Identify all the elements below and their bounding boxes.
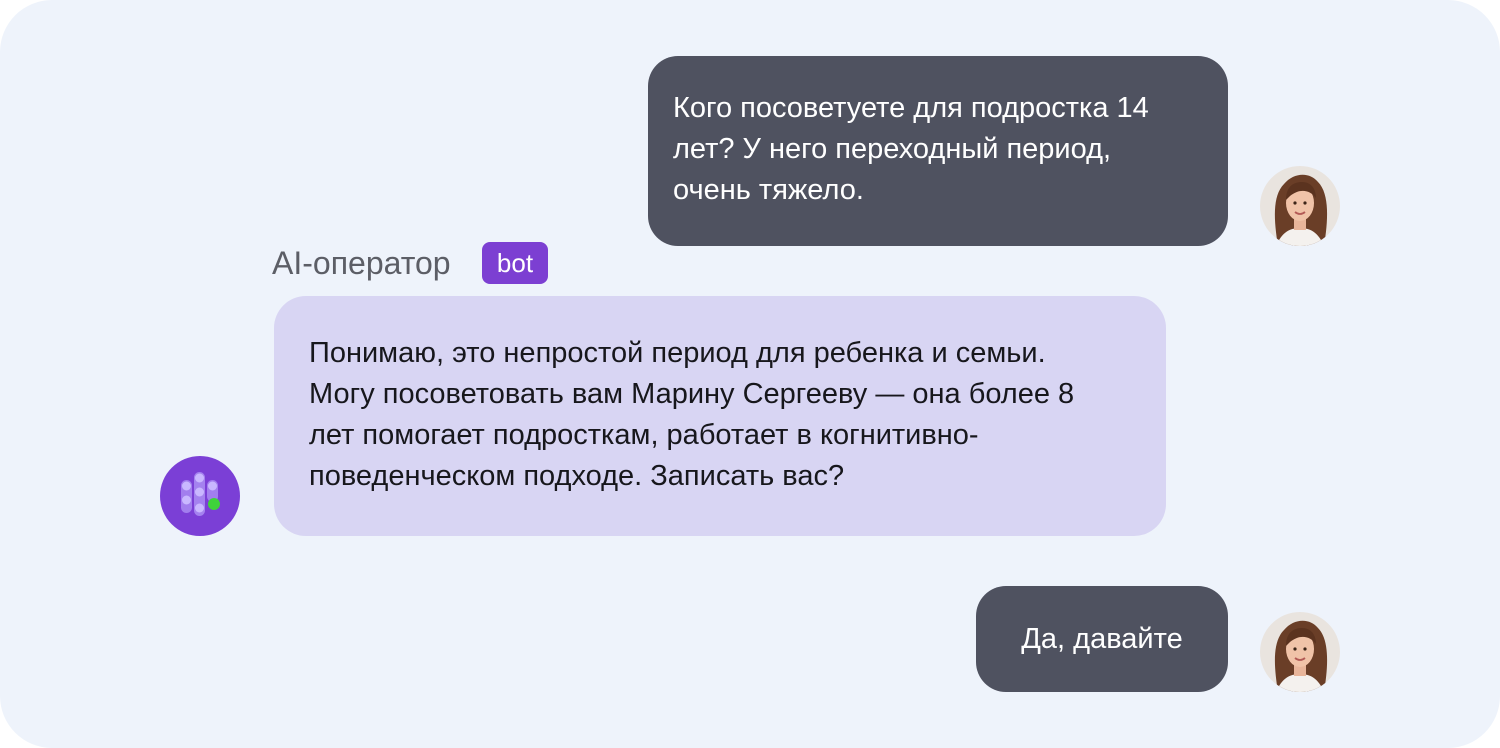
bot-sender-name: AI-оператор (272, 245, 451, 281)
message-line: Да, давайте (1021, 622, 1183, 655)
message-line: лет? У него переходный период, (673, 133, 1112, 165)
user-message-bubble: Да, давайте (976, 586, 1228, 692)
ai-operator-logo-icon (181, 472, 220, 516)
bot-message-bubble: Понимаю, это непростой период для ребенк… (274, 296, 1166, 536)
message-line: Кого посоветуете для подростка 14 (673, 92, 1149, 124)
user-photo-avatar-icon (1260, 166, 1340, 246)
user-avatar (1260, 612, 1340, 692)
user-avatar (1260, 166, 1340, 246)
message-line: Могу посоветовать вам Марину Сергееву — … (309, 378, 1075, 410)
message-line: Понимаю, это непростой период для ребенк… (309, 337, 1046, 369)
message-line: очень тяжело. (673, 174, 864, 206)
bot-avatar (160, 456, 240, 536)
user-message-bubble: Кого посоветуете для подростка 14 лет? У… (648, 56, 1228, 246)
message-line: поведенческом подходе. Записать вас? (309, 460, 845, 492)
bot-badge: bot (482, 242, 548, 284)
user-photo-avatar-icon (1260, 612, 1340, 692)
chat-panel: Кого посоветуете для подростка 14 лет? У… (0, 0, 1500, 748)
message-line: лет помогает подросткам, работает в когн… (309, 419, 979, 451)
